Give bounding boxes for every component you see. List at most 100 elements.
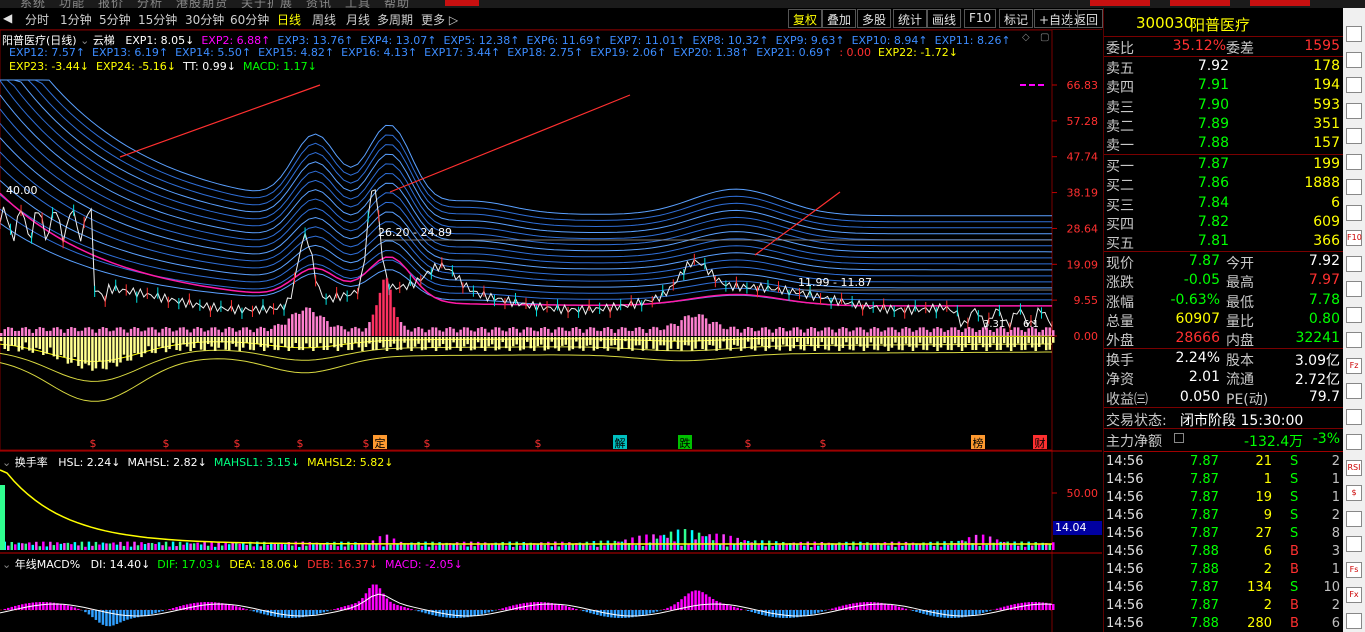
pos-bar xyxy=(347,331,350,336)
window-controls-3[interactable] xyxy=(1250,0,1310,6)
pos-bar xyxy=(540,327,543,336)
toolbar-right-button-0[interactable]: 复权 xyxy=(788,9,823,28)
chevron-down-icon[interactable]: ⌄ xyxy=(2,558,11,571)
pos-bar xyxy=(831,329,834,336)
book-row[interactable]: 卖一 7.88 157 xyxy=(1104,134,1344,154)
money-icon[interactable]: $ xyxy=(1346,485,1362,501)
neg-bar xyxy=(606,337,610,351)
frame-icon[interactable] xyxy=(1346,612,1362,629)
rsi-icon[interactable]: RSI xyxy=(1346,459,1362,476)
text-icon[interactable] xyxy=(1346,179,1362,195)
table-icon[interactable] xyxy=(1346,77,1362,93)
chart-area[interactable]: 66.83 57.28 47.74 38.19 28.64 19.09 9.55 0.00 $ $… xyxy=(0,30,1102,632)
book-row[interactable]: 买二 7.86 1888 xyxy=(1104,174,1344,194)
toolbar-right-button-2[interactable]: 多股 xyxy=(857,9,892,28)
pos-bar xyxy=(883,330,887,336)
stat-label-2: 最高 xyxy=(1226,275,1254,292)
period-4[interactable]: 30分钟 xyxy=(185,11,224,28)
candle-icon[interactable] xyxy=(1346,153,1362,170)
macd-bar xyxy=(241,608,245,610)
book-row[interactable]: 卖三 7.90 593 xyxy=(1104,96,1344,116)
book-row[interactable]: 卖五 7.92 178 xyxy=(1104,57,1344,77)
book-row[interactable]: 买五 7.81 366 xyxy=(1104,232,1344,252)
period-7[interactable]: 周线 xyxy=(312,11,336,28)
toolbar-right-button-3[interactable]: 统计 xyxy=(893,9,928,28)
move-icon[interactable] xyxy=(1346,510,1362,527)
main-flow-row[interactable]: 主力净额 -132.4万 -3% xyxy=(1104,430,1344,450)
period-1[interactable]: 1分钟 xyxy=(60,11,92,28)
pos-bar xyxy=(448,327,452,336)
period-6[interactable]: 日线 xyxy=(277,11,301,28)
neg-bar xyxy=(767,337,771,349)
fs-icon[interactable]: Fs xyxy=(1346,561,1362,578)
macd-bar xyxy=(673,604,676,610)
toolbar-right-button-1[interactable]: 叠加 xyxy=(822,9,857,28)
macd-bar xyxy=(943,610,946,618)
window-controls-2[interactable] xyxy=(1170,0,1230,6)
neg-bar xyxy=(504,337,508,349)
fz-icon[interactable]: Fz xyxy=(1346,357,1362,374)
book-row[interactable]: 买一 7.87 199 xyxy=(1104,155,1344,175)
window-controls[interactable] xyxy=(1090,0,1150,6)
macd-title[interactable]: 年线MACD% xyxy=(15,558,80,571)
period-5[interactable]: 60分钟 xyxy=(230,11,269,28)
turnover-bar xyxy=(543,544,547,550)
toolbar-right-button-5[interactable]: F10 xyxy=(964,9,997,28)
trade-tab[interactable] xyxy=(445,0,479,6)
turnover-bar xyxy=(743,540,746,550)
chevron-down-icon[interactable]: ⌄ xyxy=(2,456,11,469)
book-volume: 609 xyxy=(1313,213,1340,230)
event-marker: $ xyxy=(745,437,752,450)
grid-icon[interactable] xyxy=(1346,51,1362,68)
macd-icon[interactable] xyxy=(1346,434,1362,450)
neg-bar xyxy=(308,337,312,348)
chart-icon[interactable] xyxy=(1346,332,1362,348)
flow-detail-icon[interactable] xyxy=(1174,433,1184,443)
book-row[interactable]: 卖二 7.89 351 xyxy=(1104,115,1344,135)
neg-bar xyxy=(1034,337,1037,351)
neg-bar xyxy=(462,337,466,347)
pos-bar xyxy=(785,331,788,336)
toolbar-back-icon[interactable]: ◀ xyxy=(3,11,12,25)
doc-icon[interactable] xyxy=(1346,204,1362,221)
book-row[interactable]: 买三 7.84 6 xyxy=(1104,194,1344,214)
trend-icon[interactable] xyxy=(1346,128,1362,144)
neg-bar xyxy=(831,337,834,345)
news-icon[interactable] xyxy=(1346,306,1362,323)
f10-icon[interactable]: F10 xyxy=(1346,230,1362,246)
period-2[interactable]: 5分钟 xyxy=(99,11,131,28)
toolbar-right-button-8[interactable]: 返回 xyxy=(1069,9,1104,28)
pos-bar xyxy=(52,327,56,336)
neg-bar xyxy=(666,337,669,351)
bars-icon[interactable] xyxy=(1346,408,1362,425)
pos-bar xyxy=(673,324,676,336)
period-9[interactable]: 多周期 xyxy=(377,11,413,28)
turnover-title[interactable]: 换手率 xyxy=(15,456,48,469)
book-row[interactable]: 卖四 7.91 194 xyxy=(1104,76,1344,96)
settings-diamond-icon[interactable]: ◇ xyxy=(1022,32,1030,43)
pos-bar xyxy=(410,331,413,336)
main-menu[interactable]: 系统 功能 报价 分析 港股期货 关于扩展 资讯 工具 帮助 xyxy=(20,0,410,8)
period-0[interactable]: 分时 xyxy=(25,11,49,28)
neg-bar xyxy=(757,337,760,345)
pen-icon[interactable] xyxy=(1346,536,1362,552)
page-icon[interactable] xyxy=(1346,255,1362,272)
pos-bar xyxy=(147,327,150,336)
chart-canvas[interactable]: 66.83 57.28 47.74 38.19 28.64 19.09 9.55 0.00 $ $… xyxy=(0,30,1102,632)
neg-bar xyxy=(894,337,897,343)
table2-icon[interactable] xyxy=(1346,102,1362,119)
pos-bar xyxy=(291,314,294,336)
close-panel-icon[interactable]: ▢ xyxy=(1040,32,1049,43)
flow-icon[interactable] xyxy=(1346,383,1362,399)
macd-bar xyxy=(375,584,378,610)
book-row[interactable]: 买四 7.82 609 xyxy=(1104,213,1344,233)
period-8[interactable]: 月线 xyxy=(346,11,370,28)
toolbar-right-button-4[interactable]: 画线 xyxy=(927,9,962,28)
stack-icon[interactable] xyxy=(1346,281,1362,297)
period-3[interactable]: 15分钟 xyxy=(138,11,177,28)
fx-icon[interactable]: Fx xyxy=(1346,587,1362,603)
period-10[interactable]: 更多 ▷ xyxy=(421,11,458,28)
toolbar-right-button-6[interactable]: 标记 xyxy=(999,9,1034,28)
list-icon[interactable] xyxy=(1346,26,1362,42)
pos-bar xyxy=(648,329,652,336)
